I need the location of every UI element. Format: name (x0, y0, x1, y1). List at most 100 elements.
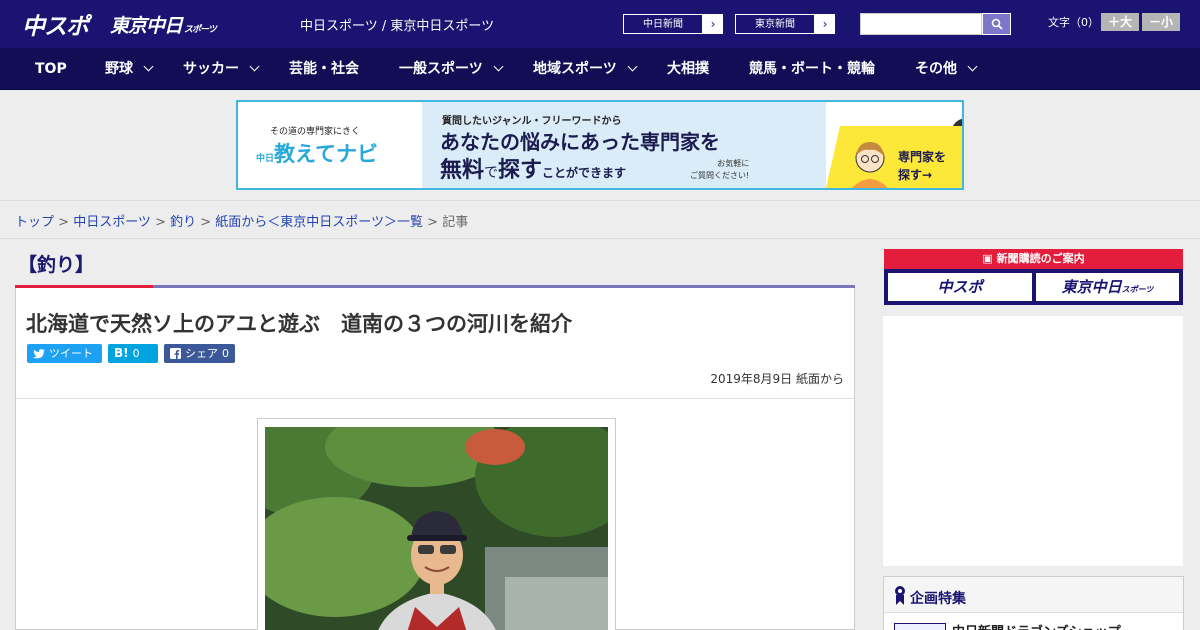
nav-label: サッカー (183, 61, 239, 77)
facebook-icon (170, 348, 181, 359)
banner-line3-free: 無料 (440, 158, 485, 183)
ad-slot[interactable] (883, 316, 1183, 566)
hatena-icon: B! (114, 346, 129, 360)
nav-item-sumo[interactable]: 大相撲 (667, 48, 709, 90)
banner-tagline: その道の専門家にきく (270, 127, 361, 137)
search-input[interactable] (860, 13, 982, 35)
nav-item-entertainment[interactable]: 芸能・社会 (289, 48, 359, 90)
chunichi-shimbun-link[interactable]: 中日新聞 › (622, 13, 724, 35)
banner-note1: お気軽に (717, 159, 750, 168)
article-title: 北海道で天然ソ上のアユと遊ぶ 道南の３つの河川を紹介 (26, 312, 572, 336)
nav-label: 野球 (105, 61, 133, 77)
breadcrumb-chunichi-sports[interactable]: 中日スポーツ (73, 215, 151, 230)
banner-line3-search: 探す (498, 158, 543, 183)
font-size-label: 文字（0） (1048, 16, 1099, 29)
newspaper-icon: ▣ (982, 252, 997, 265)
feature-item-dragons-shop[interactable]: 中日新聞ドラゴンズショップ (952, 621, 1121, 630)
facebook-share-button[interactable]: シェア 0 (164, 344, 235, 363)
subscribe-tokyo-small: スポーツ (1121, 285, 1154, 294)
chuspo-logo-text: 中スポ (22, 14, 89, 40)
nav-label: 地域スポーツ (533, 61, 617, 77)
nav-item-racing[interactable]: 競馬・ボート・競輪 (749, 48, 875, 90)
chevron-right-icon: › (710, 17, 716, 31)
subscribe-tokyo-chunichi-button[interactable]: 東京中日スポーツ (1036, 273, 1179, 301)
tokyo-logo-text: 東京中日 (110, 14, 183, 37)
breadcrumb-list[interactable]: 紙面から＜東京中日スポーツ＞一覧 (215, 215, 423, 230)
chevron-down-icon (627, 61, 638, 72)
chunichi-shimbun-label: 中日新聞 (623, 14, 703, 34)
tokyo-chunichi-logo[interactable]: 東京中日 スポーツ (110, 8, 217, 40)
twitter-icon (33, 348, 45, 358)
article-photo[interactable] (265, 427, 608, 630)
banner-cta[interactable]: 専門家を探す→ (898, 148, 946, 184)
chevron-right-icon: › (822, 17, 828, 31)
breadcrumb-top[interactable]: トップ (15, 215, 54, 230)
nav-item-top[interactable]: TOP (35, 48, 67, 90)
search-button[interactable] (982, 13, 1011, 35)
banner-note: お気軽に ご質問ください! (690, 158, 749, 182)
subscribe-chuspo-button[interactable]: 中スポ (888, 273, 1032, 301)
subscribe-tokyo-label: 東京中日 (1061, 278, 1122, 296)
article-date: 2019年8月9日 紙面から (710, 372, 844, 386)
feature-header: 企画特集 (884, 577, 1183, 613)
tweet-label: ツイート (49, 347, 93, 360)
banner-brand-name: 教えてナビ (274, 142, 378, 166)
nav-label: その他 (915, 61, 957, 77)
article-body: 北海道で天然ソ上のアユと遊ぶ 道南の３つの河川を紹介 ツイート B! 0 シェア… (15, 288, 855, 630)
chevron-down-icon (249, 61, 260, 72)
breadcrumb: トップ > 中日スポーツ > 釣り > 紙面から＜東京中日スポーツ＞一覧 > 記… (0, 200, 1200, 239)
article-photo-frame (257, 418, 616, 630)
nav-item-local-sports[interactable]: 地域スポーツ (533, 48, 638, 90)
nav-label: 大相撲 (667, 61, 709, 77)
ribbon-icon (895, 586, 905, 605)
feature-section: 企画特集 中日新聞ドラゴンズショップ (883, 576, 1184, 630)
nav-item-baseball[interactable]: 野球 (105, 48, 154, 90)
subscription-head-label: 新聞購読のご案内 (996, 252, 1085, 265)
chuspo-logo[interactable]: 中スポ (22, 8, 89, 40)
subscription-box: ▣ 新聞購読のご案内 中スポ 東京中日スポーツ (884, 249, 1183, 305)
thinking-person-illustration (852, 142, 888, 188)
share-label: シェア (185, 347, 218, 360)
subscription-head: ▣ 新聞購読のご案内 (884, 249, 1183, 269)
feature-title: 企画特集 (910, 591, 966, 607)
twitter-share-button[interactable]: ツイート (27, 344, 102, 363)
breadcrumb-trail: トップ > 中日スポーツ > 釣り > 紙面から＜東京中日スポーツ＞一覧 > 記… (15, 215, 469, 230)
banner-copy-area: 質問したいジャンル・フリーワードから あなたの悩みにあった専門家を 無料で探すこ… (422, 102, 962, 188)
chevron-down-icon (493, 61, 504, 72)
nav-item-soccer[interactable]: サッカー (183, 48, 260, 90)
font-size-up-button[interactable]: ＋大 (1101, 13, 1139, 31)
nav-label: 競馬・ボート・競輪 (749, 61, 875, 77)
banner-line3-can: ことができます (542, 166, 627, 180)
banner-cta-line1: 専門家を (898, 150, 947, 164)
banner-line2: あなたの悩みにあった専門家を (440, 130, 720, 154)
search-icon (991, 18, 1003, 30)
nav-label: TOP (35, 61, 67, 77)
banner-brand: 中日教えてナビ (256, 138, 378, 168)
banner-line3-de: で (484, 165, 499, 181)
tokyo-logo-sub: スポーツ (184, 25, 217, 35)
banner-brand-area: その道の専門家にきく 中日教えてナビ (238, 102, 422, 188)
chevron-down-icon (967, 61, 978, 72)
chevron-down-icon (143, 61, 154, 72)
main-nav: TOP 野球 サッカー 芸能・社会 一般スポーツ 地域スポーツ 大相撲 競馬・ボ… (0, 48, 1200, 90)
article-divider (16, 398, 854, 399)
hatena-bookmark-button[interactable]: B! 0 (108, 344, 158, 363)
share-count: 0 (222, 347, 229, 360)
nav-label: 一般スポーツ (399, 61, 483, 77)
nav-item-general-sports[interactable]: 一般スポーツ (399, 48, 504, 90)
breadcrumb-fishing[interactable]: 釣り (170, 215, 196, 230)
oshiete-navi-banner[interactable]: その道の専門家にきく 中日教えてナビ 質問したいジャンル・フリーワードから あな… (236, 100, 964, 190)
breadcrumb-current: 記事 (442, 215, 469, 230)
hatena-count: 0 (132, 347, 140, 360)
banner-line3: 無料で探すことができます (440, 152, 626, 184)
site-header: 中スポ 東京中日 スポーツ 中日スポーツ / 東京中日スポーツ 中日新聞 › 東京… (0, 0, 1200, 48)
tokyo-shimbun-link[interactable]: 東京新聞 › (734, 13, 836, 35)
font-size-down-button[interactable]: －小 (1142, 13, 1180, 31)
category-title: 【釣り】 (18, 254, 95, 276)
banner-cta-line2: 探す→ (898, 168, 933, 182)
nav-item-other[interactable]: その他 (915, 48, 978, 90)
feature-thumbnail[interactable] (894, 623, 946, 630)
tokyo-shimbun-label: 東京新聞 (735, 14, 815, 34)
angler-photo (265, 427, 608, 630)
nav-label: 芸能・社会 (289, 61, 359, 77)
